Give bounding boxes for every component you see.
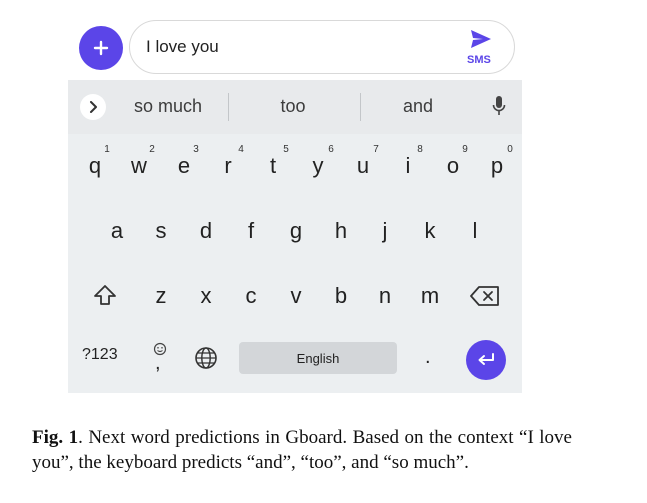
language-key[interactable] (194, 346, 218, 375)
figure-caption: Fig. 1. Next word predictions in Gboard.… (32, 425, 572, 475)
plus-icon (93, 40, 109, 56)
chevron-right-icon (90, 101, 97, 113)
key-a[interactable]: a (102, 218, 132, 244)
comma-key[interactable]: , (152, 342, 168, 376)
shift-key[interactable] (93, 284, 117, 311)
key-k[interactable]: k (415, 218, 445, 244)
suggestion-3[interactable]: and (378, 96, 458, 117)
voice-input-button[interactable] (492, 95, 506, 122)
suggestion-1[interactable]: so much (128, 96, 208, 117)
backspace-key[interactable] (470, 286, 500, 311)
expand-toolbar-button[interactable] (80, 94, 106, 120)
suggestion-2[interactable]: too (253, 96, 333, 117)
figure-label: Fig. 1 (32, 427, 79, 448)
key-e[interactable]: e (169, 153, 199, 179)
figure-caption-text: . Next word predictions in Gboard. Based… (32, 427, 572, 473)
key-g[interactable]: g (281, 218, 311, 244)
key-u[interactable]: u (348, 153, 378, 179)
key-r[interactable]: r (213, 153, 243, 179)
key-h[interactable]: h (326, 218, 356, 244)
key-w[interactable]: w (124, 153, 154, 179)
key-t[interactable]: t (258, 153, 288, 179)
key-f[interactable]: f (236, 218, 266, 244)
mic-icon (492, 96, 506, 115)
key-o[interactable]: o (438, 153, 468, 179)
key-z[interactable]: z (146, 283, 176, 309)
key-d[interactable]: d (191, 218, 221, 244)
key-m[interactable]: m (415, 283, 445, 309)
key-x[interactable]: x (191, 283, 221, 309)
backspace-icon (470, 286, 499, 306)
key-v[interactable]: v (281, 283, 311, 309)
send-sms-label: SMS (467, 54, 491, 66)
send-button[interactable] (470, 29, 492, 54)
message-text: I love you (146, 37, 219, 56)
suggestion-divider (228, 93, 229, 121)
suggestion-strip: so much too and (68, 80, 522, 134)
key-y[interactable]: y (303, 153, 333, 179)
enter-key[interactable] (466, 340, 506, 380)
space-key[interactable]: English (239, 342, 397, 374)
key-l[interactable]: l (460, 218, 490, 244)
message-input[interactable]: I love you SMS (129, 20, 515, 74)
period-key[interactable]: . (425, 346, 431, 369)
key-b[interactable]: b (326, 283, 356, 309)
key-c[interactable]: c (236, 283, 266, 309)
globe-icon (195, 347, 217, 369)
add-attachment-button[interactable] (79, 26, 123, 70)
keyboard: so much too and 1 q 2 w 3 e 4 r 5 t 6 y … (68, 80, 522, 393)
key-i[interactable]: i (393, 153, 423, 179)
key-s[interactable]: s (146, 218, 176, 244)
shift-icon (94, 285, 116, 305)
key-j[interactable]: j (370, 218, 400, 244)
enter-icon (478, 353, 494, 365)
key-p[interactable]: p (482, 153, 512, 179)
symbols-key[interactable]: ?123 (82, 346, 118, 364)
key-q[interactable]: q (80, 153, 110, 179)
comma-label: , (155, 352, 161, 374)
key-n[interactable]: n (370, 283, 400, 309)
send-icon (471, 30, 491, 48)
suggestion-divider (360, 93, 361, 121)
